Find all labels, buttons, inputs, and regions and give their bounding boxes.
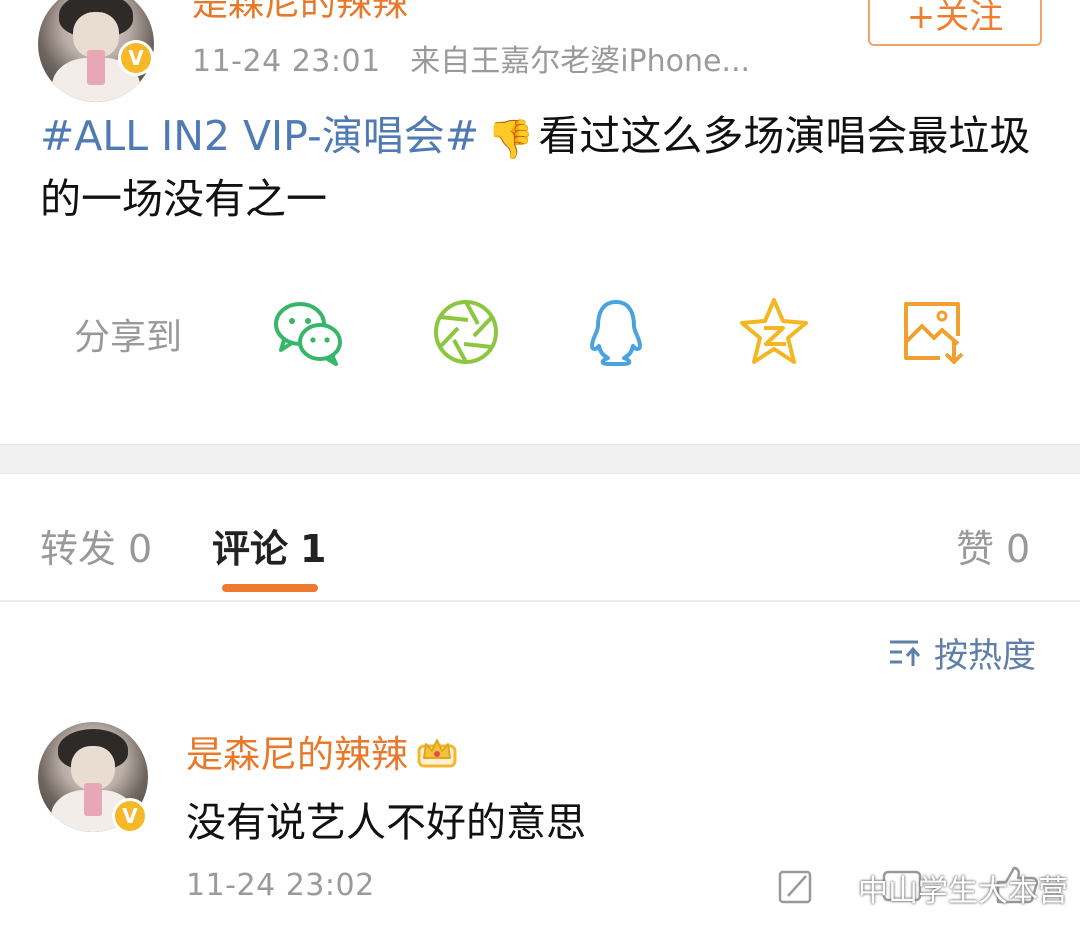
qzone-icon[interactable]: [736, 294, 812, 370]
follow-button[interactable]: +关注: [868, 0, 1042, 46]
post-source: 来自王嘉尔老婆iPhone...: [410, 44, 751, 79]
share-label: 分享到: [74, 317, 183, 358]
wechat-icon[interactable]: [270, 294, 346, 370]
sort-by-hot-button[interactable]: 按热度: [888, 628, 1036, 677]
post-time: 11-24 23:01: [192, 44, 381, 79]
topic-link[interactable]: #ALL IN2 VIP-演唱会#: [40, 112, 479, 160]
thumbs-down-emoji: 👎: [487, 117, 535, 161]
save-image-icon[interactable]: [896, 294, 972, 370]
sort-icon: [890, 640, 921, 666]
tab-repost[interactable]: 转发 0: [40, 518, 152, 573]
watermark-text: 中山学生大本营: [858, 874, 1068, 909]
tab-comment[interactable]: 评论 1: [212, 518, 326, 573]
tab-like-count: 0: [1006, 527, 1031, 571]
wechat-logo-icon: [813, 873, 851, 903]
post-content: #ALL IN2 VIP-演唱会# 👎看过这么多场演唱会最垃圾的一场没有之一: [40, 106, 1050, 229]
section-divider: [0, 444, 1080, 474]
reply-icon[interactable]: [778, 870, 812, 904]
tab-comment-label: 评论: [212, 527, 289, 571]
comment-author-name: 是森尼的辣辣: [186, 733, 408, 776]
watermark: 中山学生大本营: [812, 866, 1068, 910]
tab-comment-count: 1: [300, 527, 327, 571]
comment-author[interactable]: 是森尼的辣辣: [186, 724, 458, 778]
tabs-divider: [0, 600, 1080, 602]
active-tab-indicator: [222, 584, 318, 592]
qq-icon[interactable]: [578, 294, 654, 370]
crown-vip-icon: [417, 739, 457, 768]
verified-badge-icon: V: [118, 40, 154, 76]
sort-label: 按热度: [934, 636, 1036, 676]
tab-like-label: 赞: [956, 527, 995, 571]
tab-like[interactable]: 赞0: [956, 518, 1030, 573]
tab-repost-count: 0: [128, 527, 153, 571]
tab-repost-label: 转发: [40, 527, 117, 571]
comment-text: 没有说艺人不好的意思: [186, 800, 586, 846]
post-author-name[interactable]: 是森尼的辣辣: [192, 0, 408, 26]
comment-time: 11-24 23:02: [186, 868, 375, 903]
comment-verified-badge-icon: V: [112, 798, 148, 834]
moments-icon[interactable]: [428, 294, 504, 370]
post-meta: 11-24 23:01 来自王嘉尔老婆iPhone...: [192, 36, 750, 80]
